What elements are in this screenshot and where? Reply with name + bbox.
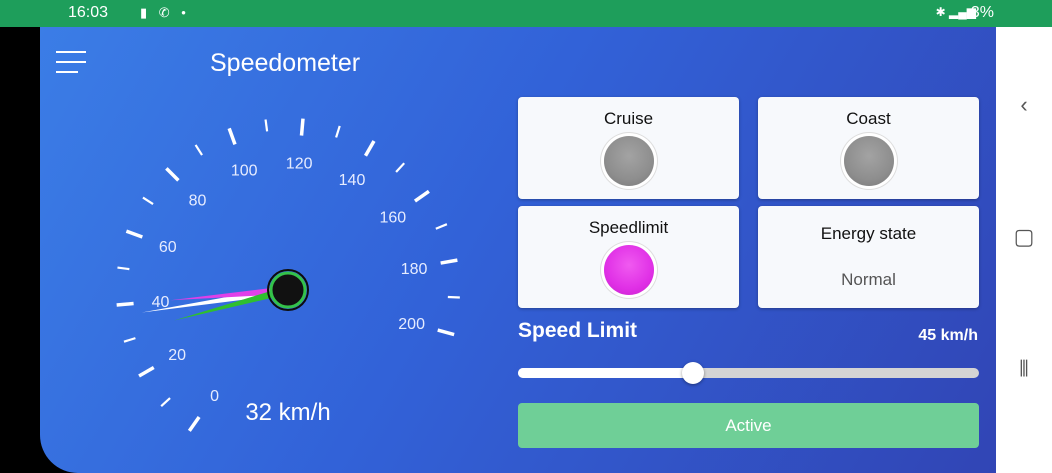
gauge-major-tick (187, 415, 201, 432)
gauge-major-tick (437, 328, 455, 337)
battery-level: 3% (970, 4, 994, 21)
speedometer-gauge: 020406080100 120140160180200 32 km/h (116, 118, 460, 432)
gauge-tick-label: 100 (231, 163, 258, 180)
gauge-tick-label: 120 (286, 155, 313, 172)
gauge-hub (269, 271, 307, 309)
gauge-minor-tick (395, 162, 406, 173)
gauge-tick-label: 180 (401, 261, 428, 278)
speedlimit-label: Speedlimit (588, 218, 669, 237)
status-bar: 16:03 ▮ ✆ • ✱ ▂▄▆ 3% (0, 0, 1052, 27)
active-button[interactable]: Active (518, 403, 979, 448)
gauge-major-tick (413, 189, 430, 203)
gauge-major-tick (125, 229, 143, 239)
slider-thumb[interactable] (682, 362, 705, 384)
notification-icons: ▮ ✆ • (140, 5, 190, 20)
cruise-indicator-lamp (603, 136, 654, 186)
cruise-tile[interactable]: Cruise (518, 97, 739, 199)
gauge-minor-tick (194, 144, 203, 156)
back-icon[interactable]: ‹ (1010, 91, 1038, 119)
app-container: Speedometer 0 20 40 60 80 100 120 140 160 180 200 … (40, 27, 996, 473)
gauge-minor-tick (142, 196, 154, 205)
speed-limit-title: Speed Limit (518, 319, 638, 342)
gauge-major-tick (116, 301, 134, 307)
energy-state-label: Energy state (820, 224, 917, 243)
energy-state-value: Normal (841, 270, 896, 289)
gauge-tick-label: 200 (398, 316, 425, 333)
coast-indicator-lamp (843, 136, 894, 186)
gauge-tick-label: 160 (379, 210, 406, 227)
cruise-label: Cruise (603, 109, 654, 128)
speedlimit-tile[interactable]: Speedlimit (518, 206, 739, 308)
gauge-minor-tick (160, 397, 171, 408)
system-nav-bar: ‹ ▢ ⦀ (996, 27, 1052, 473)
speedlimit-indicator-lamp (603, 245, 654, 295)
page-title: Speedometer (210, 49, 361, 77)
coast-tile[interactable]: Coast (758, 97, 979, 199)
gauge-minor-tick (435, 223, 448, 230)
speed-limit-slider[interactable] (518, 362, 979, 386)
recents-icon[interactable]: ⦀ (1010, 355, 1038, 383)
gauge-minor-tick (335, 125, 341, 138)
gauge-major-tick (363, 140, 376, 157)
speed-readout: 32 km/h (245, 399, 330, 426)
gauge-tick-label: 60 (159, 239, 177, 256)
energy-state-tile: Energy state Normal (758, 206, 979, 308)
gauge-tick-label: 140 (339, 172, 366, 189)
gauge-major-tick (138, 365, 155, 378)
coast-label: Coast (846, 109, 891, 128)
gauge-major-tick (165, 167, 180, 182)
gauge-major-tick (227, 127, 237, 145)
gauge-minor-tick (264, 119, 269, 132)
gauge-minor-tick (447, 295, 460, 299)
gauge-major-tick (440, 258, 458, 265)
gauge-minor-tick (123, 337, 136, 343)
gauge-tick-label: 20 (168, 347, 186, 364)
slider-fill (518, 368, 694, 378)
gauge-minor-tick (117, 266, 130, 271)
gauge-tick-label: 80 (189, 192, 207, 209)
gauge-tick-label: 0 (210, 388, 219, 405)
home-icon[interactable]: ▢ (1010, 223, 1038, 251)
menu-icon[interactable] (56, 51, 86, 77)
gauge-major-tick (299, 118, 305, 136)
status-time: 16:03 (68, 4, 109, 21)
speed-limit-value: 45 km/h (918, 327, 978, 344)
